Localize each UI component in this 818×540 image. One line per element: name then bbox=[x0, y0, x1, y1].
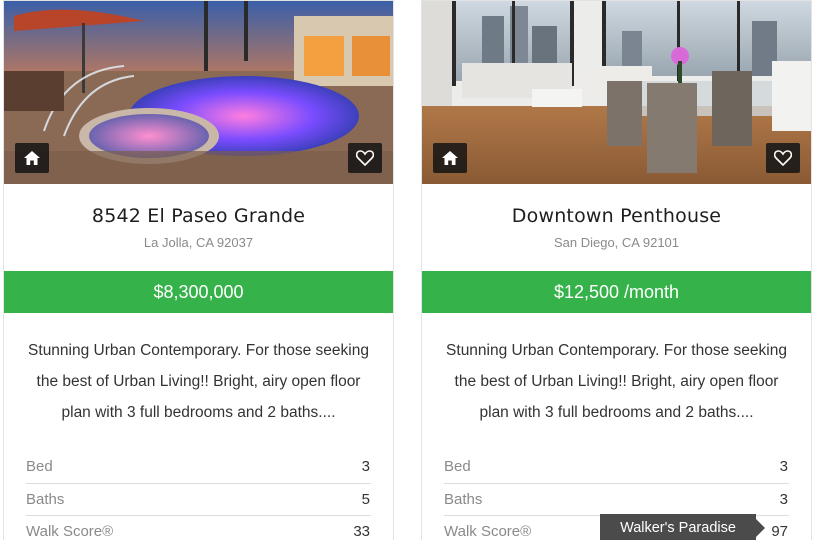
stat-value: 3 bbox=[779, 490, 788, 508]
listing-address: La Jolla, CA 92037 bbox=[143, 235, 254, 250]
listing-title[interactable]: 8542 El Paseo Grande bbox=[4, 205, 393, 227]
stat-value: 5 bbox=[361, 490, 370, 508]
stat-label[interactable]: Walk Score® bbox=[26, 523, 113, 540]
price-bar: $8,300,000 bbox=[4, 271, 393, 313]
stat-row-bed: Bed 3 bbox=[444, 451, 789, 484]
price-bar: $12,500 /month bbox=[422, 271, 811, 313]
stat-row-baths: Baths 5 bbox=[26, 484, 371, 516]
stat-label: Baths bbox=[26, 490, 65, 508]
listing-address: San Diego, CA 92101 bbox=[553, 235, 680, 250]
home-icon bbox=[15, 143, 49, 173]
stat-value: 3 bbox=[779, 458, 788, 476]
listing-description: Stunning Urban Contemporary. For those s… bbox=[28, 342, 369, 421]
favorite-button[interactable] bbox=[766, 143, 800, 173]
stat-label[interactable]: Walk Score® bbox=[444, 523, 531, 540]
walk-score-tooltip: Walker's Paradise bbox=[600, 514, 765, 540]
property-photo[interactable] bbox=[422, 1, 811, 184]
listing-card[interactable]: Downtown Penthouse San Diego, CA 92101 $… bbox=[421, 0, 812, 540]
stat-row-baths: Baths 3 bbox=[444, 484, 789, 516]
heart-outline-icon bbox=[774, 150, 792, 166]
listing-title[interactable]: Downtown Penthouse bbox=[422, 205, 811, 227]
stat-label: Bed bbox=[26, 458, 53, 476]
stat-value: 97 bbox=[771, 523, 788, 540]
stat-label: Bed bbox=[444, 458, 471, 476]
favorite-button[interactable] bbox=[348, 143, 382, 173]
home-icon bbox=[433, 143, 467, 173]
stat-row-bed: Bed 3 bbox=[26, 451, 371, 484]
listing-stats: Bed 3 Baths 3 Walk Score® Walker's Parad… bbox=[444, 451, 789, 540]
stat-row-walk-score: Walk Score® 33 bbox=[26, 516, 371, 540]
stat-label: Baths bbox=[444, 490, 483, 508]
stat-value: 3 bbox=[361, 458, 370, 476]
property-photo[interactable] bbox=[4, 1, 393, 184]
listing-card[interactable]: 8542 El Paseo Grande La Jolla, CA 92037 … bbox=[3, 0, 394, 540]
stat-row-walk-score: Walk Score® Walker's Paradise 97 bbox=[444, 514, 789, 540]
heart-outline-icon bbox=[356, 150, 374, 166]
listing-stats: Bed 3 Baths 5 Walk Score® 33 bbox=[26, 451, 371, 540]
listing-description: Stunning Urban Contemporary. For those s… bbox=[446, 342, 787, 421]
stat-value: 33 bbox=[353, 523, 370, 540]
